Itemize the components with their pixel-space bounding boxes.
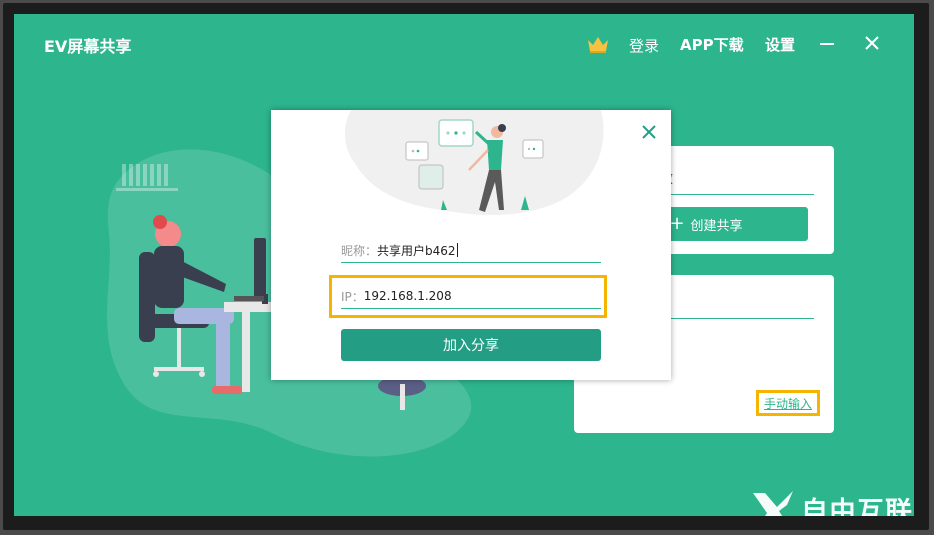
manual-input-link[interactable]: 手动输入 xyxy=(756,390,820,416)
create-share-label: 创建共享 xyxy=(690,218,743,234)
ip-label: IP： xyxy=(341,289,364,304)
minimize-icon[interactable] xyxy=(818,34,836,52)
close-icon[interactable] xyxy=(863,34,881,52)
ip-field[interactable]: IP： 192.168.1.208 xyxy=(341,284,601,309)
nickname-field[interactable]: 昵称： 共享用户b462 xyxy=(341,238,601,263)
watermark-text: 自由互联 xyxy=(801,496,913,517)
login-link[interactable]: 登录 xyxy=(629,35,659,56)
join-share-dialog: 昵称： 共享用户b462 IP： 192.168.1.208 加入分享 xyxy=(271,110,671,380)
app-download-link[interactable]: APP下载 xyxy=(680,34,744,55)
crown-icon[interactable] xyxy=(586,34,610,54)
dialog-close-icon[interactable] xyxy=(640,123,658,141)
join-share-button[interactable]: 加入分享 xyxy=(341,329,601,361)
input-underline xyxy=(668,318,814,319)
ip-value: 192.168.1.208 xyxy=(363,289,452,303)
settings-link[interactable]: 设置 xyxy=(765,34,795,55)
text-caret xyxy=(456,243,458,257)
dialog-illustration xyxy=(344,110,604,215)
watermark: 自由互联 xyxy=(749,489,913,516)
plus-icon: + xyxy=(669,213,685,234)
x-logo-icon xyxy=(753,491,793,516)
app-window: EV屏幕共享 登录 APP下载 设置 + 创建共享 手动输入 昵称： 共享用户b… xyxy=(14,14,914,516)
nickname-label: 昵称： xyxy=(341,243,378,258)
nickname-value: 共享用户b462 xyxy=(377,243,456,258)
app-title: EV屏幕共享 xyxy=(44,37,132,56)
